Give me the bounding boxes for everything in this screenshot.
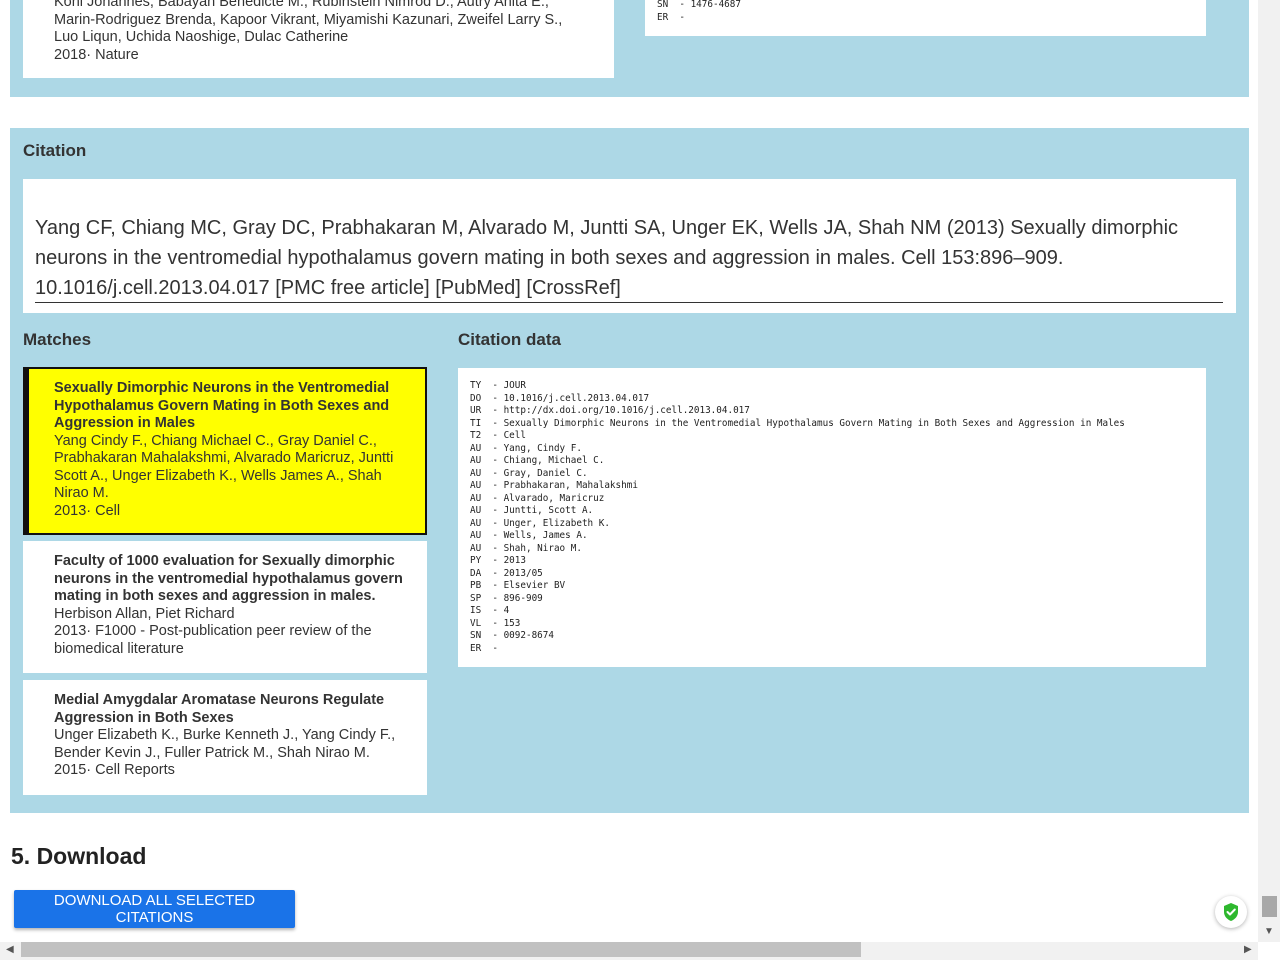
citation-label: Citation (23, 141, 87, 160)
arrow-right-icon[interactable]: ▶ (1244, 944, 1252, 955)
match-item-selected[interactable]: Sexually Dimorphic Neurons in the Ventro… (23, 367, 427, 535)
citation-data-box: TY - JOUR DO - 10.1016/j.cell.2013.04.01… (458, 368, 1206, 667)
citation-data-label: Citation data (458, 330, 561, 349)
previous-match-card[interactable]: Kohl Johannes, Babayan Benedicte M., Rub… (23, 0, 614, 78)
match-title: Medial Amygdalar Aromatase Neurons Regul… (54, 692, 385, 726)
match-year-journal: 2013· F1000 - Post-publication peer revi… (54, 623, 372, 657)
previous-match-authors-line: Luo Liqun, Uchida Naoshige, Dulac Cather… (54, 29, 349, 45)
horizontal-scrollbar-thumb[interactable] (21, 942, 861, 957)
citation-text[interactable]: Yang CF, Chiang MC, Gray DC, Prabhakaran… (35, 213, 1225, 303)
match-authors: Herbison Allan, Piet Richard (54, 605, 235, 622)
shield-check-icon[interactable] (1215, 896, 1247, 928)
match-year-journal: 2013· Cell (54, 502, 121, 519)
vertical-scrollbar-thumb[interactable] (1262, 896, 1277, 917)
previous-citation-data-box: SN - 1476-4687 ER - (645, 0, 1206, 36)
previous-match-authors-line: Marin-Rodriguez Brenda, Kapoor Vikrant, … (54, 11, 563, 28)
previous-citation-data-text: SN - 1476-4687 ER - (657, 0, 741, 23)
citation-underline (35, 302, 1223, 303)
match-authors: Unger Elizabeth K., Burke Kenneth J., Ya… (54, 727, 396, 761)
arrow-down-icon[interactable]: ▼ (1264, 926, 1274, 937)
match-item[interactable]: Medial Amygdalar Aromatase Neurons Regul… (23, 680, 427, 795)
match-title: Sexually Dimorphic Neurons in the Ventro… (54, 380, 390, 431)
vertical-scrollbar[interactable] (1258, 0, 1280, 942)
match-year-journal: 2015· Cell Reports (54, 762, 175, 778)
match-authors: Yang Cindy F., Chiang Michael C., Gray D… (54, 432, 394, 502)
previous-match-authors-line: Kohl Johannes, Babayan Benedicte M., Rub… (54, 0, 549, 10)
match-item[interactable]: Faculty of 1000 evaluation for Sexually … (23, 541, 427, 673)
match-title: Faculty of 1000 evaluation for Sexually … (54, 553, 403, 604)
arrow-left-icon[interactable]: ◀ (6, 944, 14, 955)
citation-data-text: TY - JOUR DO - 10.1016/j.cell.2013.04.01… (470, 380, 1125, 654)
matches-label: Matches (23, 330, 92, 349)
download-heading: 5. Download (11, 843, 147, 869)
previous-match-year-journal: 2018· Nature (54, 46, 139, 63)
download-all-button[interactable]: DOWNLOAD ALL SELECTED CITATIONS (14, 890, 295, 928)
